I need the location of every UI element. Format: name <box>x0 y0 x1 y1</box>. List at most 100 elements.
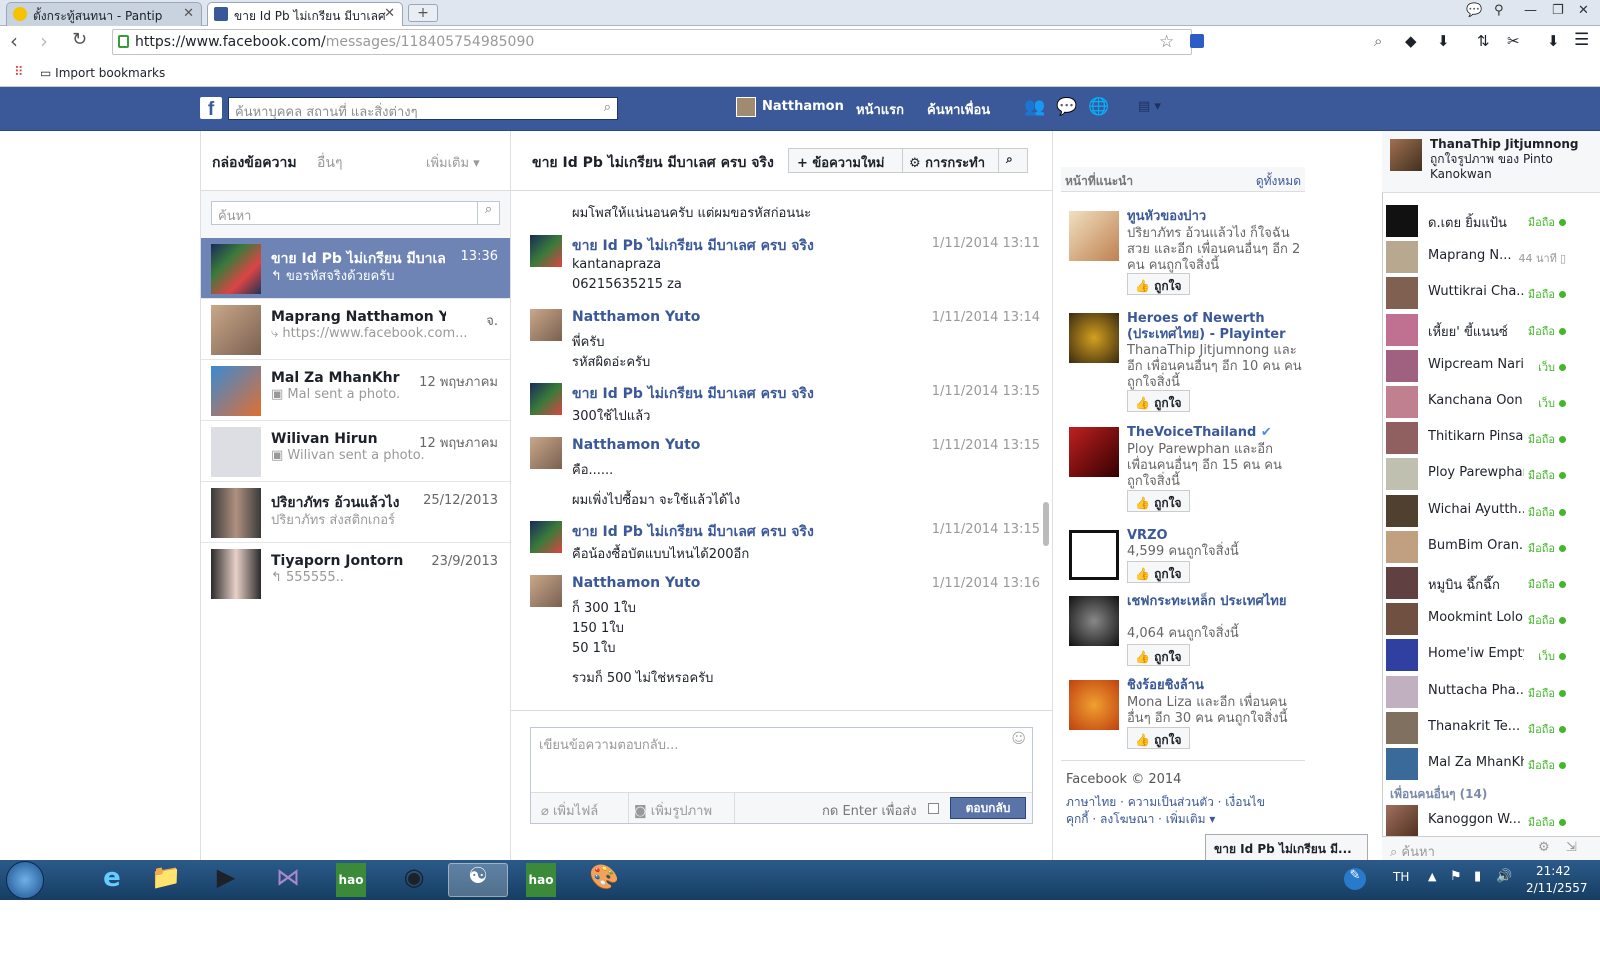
like-button[interactable]: 👍 ถูกใจ <box>1127 390 1190 412</box>
page-picture[interactable] <box>1069 427 1119 477</box>
like-button[interactable]: 👍 ถูกใจ <box>1127 273 1190 295</box>
browser-active-icon[interactable]: ☯ <box>448 863 508 897</box>
page-picture[interactable] <box>1069 313 1119 363</box>
chat-friend-item[interactable]: Thanakrit Te... มือถือ <box>1386 710 1572 746</box>
minimize-sidebar-icon[interactable]: ⇲ <box>1566 840 1577 855</box>
chat-tab-docked[interactable]: ขาย Id Pb ไม่เกรียน มี... <box>1205 834 1368 860</box>
search-icon[interactable]: ⌕ <box>1006 152 1013 167</box>
internet-explorer-icon[interactable]: e <box>86 863 138 897</box>
scissors-icon[interactable]: ✂ <box>1507 32 1520 50</box>
search-icon[interactable]: ⌕ <box>477 202 499 224</box>
add-file-button[interactable]: ⌀ เพิ่มไฟล์ <box>541 800 598 821</box>
like-button[interactable]: 👍 ถูกใจ <box>1127 490 1190 512</box>
hao123-icon[interactable]: hao <box>336 863 366 897</box>
privacy-shortcuts-icon[interactable]: ▤ ▾ <box>1138 99 1161 114</box>
notifications-globe-icon[interactable]: 🌐 <box>1088 97 1109 117</box>
conversation-item[interactable]: Wilivan Hirun 12 พฤษภาคม ▣ Wilivan sent … <box>201 421 510 482</box>
avatar[interactable] <box>530 235 562 267</box>
page-name[interactable]: เชฟกระทะเหล็ก ประเทศไทย <box>1127 594 1302 610</box>
language-indicator[interactable]: TH <box>1393 870 1409 884</box>
page-name[interactable]: VRZO <box>1127 528 1302 544</box>
new-tab-button[interactable]: + <box>408 4 438 22</box>
inbox-search-input[interactable]: ค้นหา ⌕ <box>211 201 500 225</box>
file-explorer-icon[interactable]: 📁 <box>140 863 192 897</box>
see-all-link[interactable]: ดูทั้งหมด <box>1256 172 1301 191</box>
page-name[interactable]: ทูนหัวของบ่าว <box>1127 209 1302 225</box>
page-picture[interactable] <box>1069 530 1119 580</box>
more-dropdown[interactable]: เพิ่มเติม ▾ <box>426 152 480 173</box>
chat-friend-item[interactable]: Kanchana Oon ...เว็บ <box>1386 384 1572 420</box>
avatar[interactable] <box>530 383 562 415</box>
conversation-item[interactable]: ขาย Id Pb ไม่เกรียน มีบาเลศ 13:36 ↰ ขอรห… <box>201 238 510 299</box>
sender-name[interactable]: ขาย Id Pb ไม่เกรียน มีบาเลศ ครบ จริง <box>572 235 814 257</box>
page-name[interactable]: TheVoiceThailand ✔ <box>1127 425 1302 441</box>
conversation-item[interactable]: ปริยาภัทร อ้วนแล้วไง 25/12/2013 ปริยาภัท… <box>201 482 510 543</box>
action-center-icon[interactable]: ⚑ <box>1450 869 1462 884</box>
messages-icon[interactable]: 💬 <box>1056 97 1077 117</box>
page-name[interactable]: ชิงร้อยชิงล้าน <box>1127 678 1302 694</box>
page-name[interactable]: Heroes of Newerth (ประเทศไทย) - Playinte… <box>1127 311 1302 343</box>
chat-friend-item[interactable]: Wichai Ayutth... มือถือ <box>1386 493 1572 529</box>
back-icon[interactable]: ‹ <box>10 29 18 53</box>
chat-friend-item[interactable]: Nuttacha Pha... มือถือ <box>1386 674 1572 710</box>
chat-friend-item[interactable]: ด.เตย ยิ้มแป้น มือถือ <box>1386 203 1572 239</box>
tray-expand-icon[interactable]: ▲ <box>1428 870 1436 883</box>
friend-requests-icon[interactable]: 👥 <box>1024 97 1045 117</box>
avatar[interactable] <box>530 309 562 341</box>
like-button[interactable]: 👍 ถูกใจ <box>1127 727 1190 749</box>
chat-friend-item[interactable]: เหี้ยย' ขี้แนนซ์ มือถือ <box>1386 312 1572 348</box>
chat-search-input[interactable]: ⌕ ค้นหา <box>1390 841 1435 862</box>
chat-friend-item[interactable]: Maprang N... 44 นาที ▯ <box>1386 239 1572 275</box>
chat-friend-item[interactable]: หมูบิน ฉึ๊กฉึ๊ก มือถือ <box>1386 565 1572 601</box>
volume-icon[interactable]: 🔊 <box>1496 869 1512 884</box>
home-link[interactable]: หน้าแรก <box>856 99 904 120</box>
hao123-icon[interactable]: hao <box>526 863 556 897</box>
download-icon[interactable]: ⬇ <box>1547 32 1560 50</box>
avatar[interactable] <box>530 521 562 553</box>
avatar[interactable] <box>736 97 756 117</box>
reload-icon[interactable]: ↻ <box>72 29 87 50</box>
extension-icon[interactable]: ⇅ <box>1477 32 1490 50</box>
apps-icon[interactable]: ⠿ <box>14 65 24 80</box>
chrome-icon[interactable]: ◉ <box>388 863 440 897</box>
sender-name[interactable]: Natthamon Yuto <box>572 575 700 591</box>
page-picture[interactable] <box>1069 680 1119 730</box>
avatar[interactable] <box>530 575 562 607</box>
clock-date[interactable]: 2/11/2557 <box>1526 881 1588 895</box>
visual-studio-icon[interactable]: ⋈ <box>262 863 314 897</box>
media-player-icon[interactable]: ▶ <box>200 863 252 897</box>
find-friends-link[interactable]: ค้นหาเพื่อน <box>927 99 990 120</box>
conversation-item[interactable]: Maprang Natthamon Yuto จ. ⤷ https://www.… <box>201 299 510 360</box>
chat-friend-item[interactable]: Kanoggon W... มือถือ <box>1386 803 1572 839</box>
import-bookmarks-link[interactable]: ▭ Import bookmarks <box>40 66 165 80</box>
start-button-icon[interactable] <box>6 861 44 899</box>
chat-friend-item[interactable]: BumBim Oran... มือถือ <box>1386 529 1572 565</box>
sender-name[interactable]: Natthamon Yuto <box>572 309 700 325</box>
footer-links[interactable]: คุกกี้ · ลงโฆษณา · เพิ่มเติม ▾ <box>1066 810 1215 829</box>
close-tab-icon[interactable]: ✕ <box>183 6 194 21</box>
gear-icon[interactable]: ⚙ <box>1538 840 1550 855</box>
scrollbar-thumb[interactable] <box>1043 502 1049 546</box>
other-folder-link[interactable]: อื่นๆ <box>317 152 343 174</box>
star-icon[interactable]: ☆ <box>1159 32 1174 52</box>
extension-icon[interactable] <box>1190 34 1204 48</box>
page-picture[interactable] <box>1069 596 1119 646</box>
sender-name[interactable]: ขาย Id Pb ไม่เกรียน มีบาเลศ ครบ จริง <box>572 521 814 543</box>
add-photo-button[interactable]: ◙ เพิ่มรูปภาพ <box>634 800 712 821</box>
like-button[interactable]: 👍 ถูกใจ <box>1127 644 1190 666</box>
pin-icon[interactable]: ⚲ <box>1494 3 1504 18</box>
chat-friend-item[interactable]: Thitikarn Pinsap มือถือ <box>1386 420 1572 456</box>
tab-pantip[interactable]: ตั้งกระทู้สนทนา - Pantip ✕ <box>6 2 202 26</box>
menu-icon[interactable]: ☰ <box>1574 30 1589 50</box>
tray-app-icon[interactable]: ✎ <box>1344 868 1366 890</box>
minimize-icon[interactable]: — <box>1524 3 1537 18</box>
enter-to-send-checkbox[interactable] <box>928 803 939 814</box>
conversation-item[interactable]: Mal Za MhanKhr 12 พฤษภาคม ▣ Mal sent a p… <box>201 360 510 421</box>
page-picture[interactable] <box>1069 211 1119 261</box>
emoticon-icon[interactable]: ☺ <box>1011 731 1026 747</box>
close-tab-icon[interactable]: ✕ <box>384 6 395 21</box>
avatar[interactable] <box>530 437 562 469</box>
conversation-item[interactable]: Tiyaporn Jontorn 23/9/2013 ↰ 555555.. <box>201 543 510 604</box>
chat-friend-item[interactable]: Wipcream Naris...เว็บ <box>1386 348 1572 384</box>
chat-friend-item[interactable]: Home'iw Empty เว็บ <box>1386 637 1572 673</box>
